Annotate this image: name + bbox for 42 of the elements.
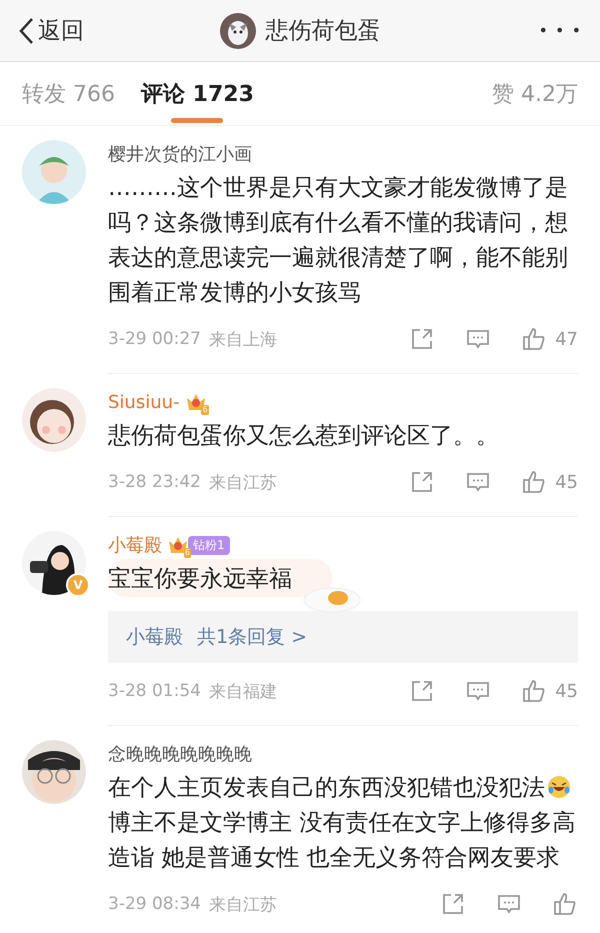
back-label[interactable]: 返回	[38, 15, 84, 46]
comment-text: 在个人主页发表自己的东西没犯错也没犯法 博主不是文学博主 没有责任在文字上修得多高造诣 她是普通女性 也全无义务符合网友要求	[108, 774, 576, 873]
like-button[interactable]	[552, 891, 578, 917]
reply-summary[interactable]: 小莓殿 共1条回复 >	[108, 611, 578, 663]
comment-time: 3-29 08:34	[108, 894, 201, 914]
verified-badge: V	[66, 573, 90, 597]
comment-location: 来自福建	[208, 680, 277, 702]
thumbs-up-icon	[521, 678, 548, 704]
tab[interactable]: 转发 766	[22, 62, 115, 125]
thumbs-up-icon	[552, 891, 578, 917]
reply-author: 小莓殿	[126, 625, 183, 650]
like-button[interactable]: 45	[521, 469, 578, 495]
comment-location: 来自江苏	[208, 894, 277, 916]
comment-text: 悲伤荷包蛋你又怎么惹到评论区了。。	[108, 422, 500, 451]
comment-location: 来自江苏	[208, 472, 277, 494]
level-number: 6	[184, 548, 191, 558]
comment-text: ………这个世界是只有大文豪才能发微博了是吗？这条微博到底有什么看不懂的我请问，想表达的意思读完一遍就很清楚了啊，能不能别围着正常发博的小女孩骂	[108, 174, 569, 308]
fan-badge: 钻粉1	[188, 536, 230, 554]
user-name[interactable]: Siusiuu-	[108, 392, 180, 412]
comment-location: 来自上海	[208, 328, 277, 350]
user-name[interactable]: 樱井次货的江小画	[108, 142, 252, 166]
share-icon	[440, 891, 466, 917]
page-title: 悲伤荷包蛋	[266, 17, 380, 46]
comment-time: 3-28 01:54	[108, 681, 201, 701]
share-button[interactable]	[440, 891, 466, 917]
more-button[interactable]: • • •	[432, 21, 582, 40]
comment-time: 3-29 00:27	[108, 329, 201, 349]
like-button[interactable]: 47	[521, 326, 578, 352]
level-number: 6	[201, 405, 209, 415]
comment-time: 3-28 23:42	[108, 472, 201, 492]
thumbs-up-icon	[521, 326, 548, 352]
user-name[interactable]: 念晚晚晚晚晚晚晚	[108, 742, 252, 766]
laughing-emoji-icon	[547, 775, 571, 799]
back-button[interactable]: 返回	[18, 15, 168, 46]
like-button[interactable]: 45	[521, 678, 578, 704]
likes-tab[interactable]: 赞 4.2万	[492, 78, 578, 108]
comment-text: 宝宝你要永远幸福	[108, 565, 292, 594]
thumbs-up-icon	[521, 469, 548, 495]
tab[interactable]: 评论 1723	[140, 62, 254, 125]
reply-count: 共1条回复 >	[197, 625, 308, 650]
back-icon	[18, 16, 34, 44]
user-name[interactable]: 小莓殿	[108, 533, 162, 557]
